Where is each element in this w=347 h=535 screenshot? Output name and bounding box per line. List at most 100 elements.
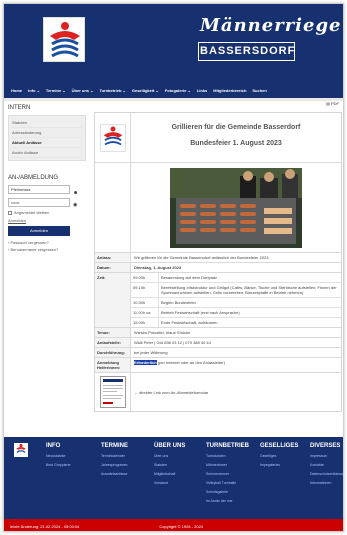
site-footer: INFO Nexusstarke Best Gruppierer TERMINE Ter… bbox=[4, 437, 343, 519]
user-icon: ☻ bbox=[73, 190, 79, 196]
event-title: Grillieren für die Gemeinde Basserdorf bbox=[171, 124, 301, 131]
pdf-button[interactable]: ▤ PDF bbox=[326, 101, 339, 106]
divider bbox=[4, 98, 343, 101]
footer-link[interactable]: Schnitzgalerie bbox=[206, 490, 249, 494]
footer-heading: DIVERSES bbox=[310, 443, 341, 449]
footer-link[interactable]: Männerturner bbox=[206, 463, 249, 467]
sidebar-item-adressaenderung[interactable]: Adressänderung bbox=[12, 128, 82, 138]
footer-link[interactable]: Nexusstarke bbox=[46, 454, 71, 458]
footer-logo[interactable] bbox=[14, 443, 28, 457]
footer-link[interactable]: Informationen bbox=[310, 481, 343, 485]
sidebar-item-statuten[interactable]: Statuten bbox=[12, 118, 82, 128]
footer-link[interactable]: Geselliges bbox=[260, 454, 298, 458]
nav-item[interactable]: Turnbetrieb ⌄ bbox=[99, 88, 125, 93]
nav-item[interactable]: Geselligkeit ⌄ bbox=[132, 88, 159, 93]
login-link[interactable]: Anmelden bbox=[8, 218, 86, 223]
forgot-password-label: Passwort vergessen? bbox=[10, 240, 49, 245]
nav-item[interactable]: Suchen bbox=[252, 88, 266, 93]
footer-heading: TURNBETRIEB bbox=[206, 443, 249, 449]
nav-item[interactable]: Home bbox=[11, 88, 22, 93]
last-change: letzte Änderung: 21.02.2024 - 05:00:04 bbox=[10, 523, 80, 529]
schedule-desc: Betrieb Festwirtschaft (erst nach Anspra… bbox=[161, 310, 240, 315]
tenue-label: Tenue: bbox=[95, 328, 131, 337]
main-nav: Home Info ⌄ Termine ⌄ Über uns ⌄ Turnbetrieb… bbox=[4, 82, 343, 98]
footer-link[interactable]: Auswärtsanlässe bbox=[101, 472, 128, 476]
footer-link[interactable]: Datenschutzerklärung bbox=[310, 472, 343, 476]
form-link-text[interactable]: ← direkter Link zum An-/Abmeldeformular bbox=[131, 373, 341, 411]
datum-label: Datum: bbox=[95, 263, 131, 272]
schedule-row: 15.00h Ende Festwirtschaft, aufräumen bbox=[131, 318, 341, 327]
footer-column: TERMINE Terminkalender Jahresprogramm Auswä… bbox=[101, 443, 128, 476]
event-subtitle: Bundesfeier 1. August 2023 bbox=[190, 140, 282, 147]
form-thumbnail[interactable] bbox=[99, 376, 126, 408]
nav-item[interactable]: Mitgliederbereich bbox=[213, 88, 246, 93]
schedule-time: 15.00h bbox=[131, 318, 159, 327]
nav-item[interactable]: Links bbox=[197, 88, 207, 93]
anlaufstelle-label: Anlaufstelle: bbox=[95, 338, 131, 347]
form-link-row: ← direkter Link zum An-/Abmeldeformular bbox=[95, 373, 341, 411]
footer-heading: ÜBER UNS bbox=[154, 443, 186, 449]
anmeldung-label: Anmeldung Helferinnen: bbox=[95, 358, 131, 372]
footer-heading: INFO bbox=[46, 443, 61, 449]
footer-link[interactable]: Statuten bbox=[154, 463, 185, 467]
doc-logo bbox=[95, 113, 131, 162]
sidebar-item-aktuell[interactable]: Aktuell Anlässe bbox=[12, 138, 82, 148]
footer-link[interactable]: Volleyball Turnhalle bbox=[206, 481, 249, 485]
footer-link[interactable]: Impegaleries bbox=[260, 463, 298, 467]
footer-column: GESELLIGES Geselliges Impegaleries bbox=[260, 443, 298, 467]
schedule-row: 09.15h Bereitstellung Infrastruktur und G… bbox=[131, 283, 341, 298]
footer-link[interactable]: Jahresprogramm bbox=[101, 463, 128, 467]
footer-link[interactable]: Über uns bbox=[154, 454, 185, 458]
datum-value: Dienstag, 1. August 2023 bbox=[134, 265, 182, 270]
footer-link[interactable]: Impressum bbox=[310, 454, 343, 458]
nav-item[interactable]: Termine ⌄ bbox=[46, 88, 66, 93]
nav-item[interactable]: Über uns ⌄ bbox=[72, 88, 94, 93]
footer-link[interactable]: Best Gruppierer bbox=[46, 463, 71, 467]
datum-row: Datum: Dienstag, 1. August 2023 bbox=[95, 263, 341, 273]
tenue-value: Wieses Polosttirt, blaue Shöcke bbox=[134, 330, 191, 335]
zeit-label: Zeit: bbox=[95, 273, 131, 327]
schedule-row: 09.00h Besammlung auf dem Dorfplatz bbox=[131, 273, 341, 283]
footer-link[interactable]: Mitgliedschaft bbox=[154, 472, 185, 476]
footer-link[interactable]: Kontakte bbox=[310, 463, 343, 467]
footer-column: ÜBER UNS Über uns Statuten Mitgliedschaft Vo… bbox=[154, 443, 185, 485]
footer-link[interactable]: im Ander der voe bbox=[206, 499, 249, 503]
anlass-row: Anlass: Wir grillieren für die Gemeinde … bbox=[95, 253, 341, 263]
schedule-desc: Besammlung auf dem Dorfplatz bbox=[161, 275, 218, 280]
club-logo[interactable] bbox=[43, 17, 85, 62]
anmeldung-highlight: Erforderlich bbox=[134, 360, 157, 365]
intern-heading: INTERN bbox=[8, 105, 31, 111]
eye-icon[interactable]: ◉ bbox=[73, 202, 77, 208]
username-field[interactable]: Pfeilmrlass bbox=[8, 185, 70, 194]
zeit-row: Zeit: 09.00h Besammlung auf dem Dorfplatz… bbox=[95, 273, 341, 328]
login-button[interactable]: Anmelden bbox=[8, 226, 70, 236]
sidebar-item-archiv[interactable]: Archiv Anlässe bbox=[12, 148, 82, 158]
footer-column: INFO Nexusstarke Best Gruppierer bbox=[46, 443, 71, 467]
remember-label: Angemeldet bleiben bbox=[14, 210, 50, 215]
forgot-username-link[interactable]: › Benutzername vergessen? bbox=[8, 247, 86, 252]
footer-column: DIVERSES Impressum Kontakte Datenschutzerkl… bbox=[310, 443, 343, 485]
footer-link[interactable]: Terminkalender bbox=[101, 454, 128, 458]
footer-heading: TERMINE bbox=[101, 443, 128, 449]
password-field[interactable]: •••••• bbox=[8, 198, 70, 207]
forgot-password-link[interactable]: › Passwort vergessen? bbox=[8, 240, 86, 245]
anmeldung-row: Anmeldung Helferinnen: Erforderlich (per… bbox=[95, 358, 341, 373]
footer-link[interactable]: Turnstunden bbox=[206, 454, 249, 458]
nav-item[interactable]: Info ⌄ bbox=[28, 88, 40, 93]
anlass-label: Anlass: bbox=[95, 253, 131, 262]
photo-row bbox=[95, 163, 341, 253]
copyright: Copyright © 1926 - 2024 bbox=[159, 523, 204, 529]
brand-subtitle-box: BASSERSDORF bbox=[198, 42, 295, 61]
remember-checkbox[interactable] bbox=[8, 210, 12, 215]
brand-subtitle: BASSERSDORF bbox=[199, 43, 294, 60]
nav-item[interactable]: Fotogalerie ⌄ bbox=[165, 88, 191, 93]
pdf-label: PDF bbox=[331, 101, 339, 106]
schedule-table: 09.00h Besammlung auf dem Dorfplatz 09.15… bbox=[131, 273, 341, 327]
footer-link[interactable]: Seniorenturner bbox=[206, 472, 249, 476]
schedule-time: 11.00h ca. bbox=[131, 308, 159, 317]
anmeldung-text: (per Internet oder an den Anlassleiter) bbox=[156, 360, 225, 365]
schedule-desc: Beginn Bundesfeier bbox=[161, 300, 196, 305]
durchfuehrung-row: Durchführung: bei jeder Witterung bbox=[95, 348, 341, 358]
footer-link[interactable]: Vorstand bbox=[154, 481, 185, 485]
anlaufstelle-row: Anlaufstelle: Walli Peter | 044 836 03 1… bbox=[95, 338, 341, 348]
